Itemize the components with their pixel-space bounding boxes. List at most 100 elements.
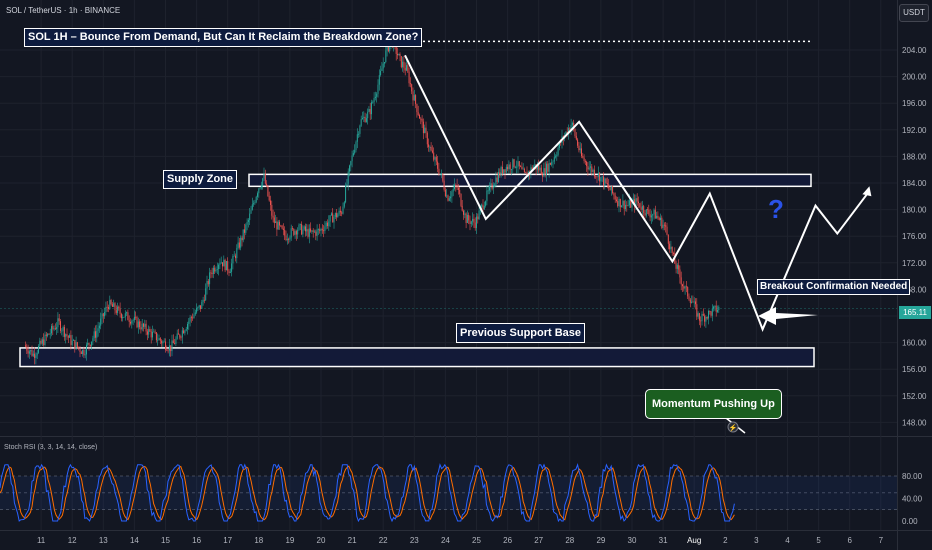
candle-body bbox=[263, 173, 265, 179]
candle-body bbox=[185, 329, 187, 331]
candle-body bbox=[152, 331, 153, 338]
candle-body bbox=[132, 320, 134, 321]
candle-body bbox=[193, 314, 195, 319]
candle-body bbox=[691, 301, 693, 303]
time-tick-label: 3 bbox=[754, 536, 759, 545]
candle-body bbox=[323, 230, 325, 232]
candle-body bbox=[66, 334, 68, 336]
candle-body bbox=[704, 315, 706, 322]
candle-body bbox=[623, 200, 625, 210]
supply-zone-box bbox=[248, 173, 812, 188]
candle-body bbox=[272, 215, 274, 218]
candle-body bbox=[167, 350, 169, 352]
candle-body bbox=[159, 338, 161, 341]
candle-body bbox=[86, 344, 87, 355]
candle-body bbox=[482, 204, 484, 210]
candle-body bbox=[397, 53, 398, 56]
currency-badge[interactable]: USDT bbox=[899, 4, 929, 22]
candle-body bbox=[57, 318, 59, 328]
candle-body bbox=[315, 231, 317, 236]
candle-body bbox=[203, 299, 205, 301]
candle-body bbox=[136, 317, 138, 328]
candle-body bbox=[92, 338, 94, 342]
candle-body bbox=[451, 191, 453, 197]
candle-body bbox=[47, 333, 49, 336]
candle-body bbox=[161, 340, 163, 344]
candle-body bbox=[476, 216, 477, 229]
price-chart[interactable]: 204.00200.00196.00192.00188.00184.00180.… bbox=[0, 0, 932, 550]
supply-zone-label: Supply Zone bbox=[163, 170, 237, 189]
candle-body bbox=[398, 53, 400, 56]
candle-body bbox=[310, 228, 312, 232]
stoch-tick-label: 80.00 bbox=[902, 472, 923, 481]
candle-body bbox=[88, 343, 90, 345]
candle-body bbox=[139, 321, 141, 328]
candle-body bbox=[45, 334, 47, 336]
candle-body bbox=[496, 177, 498, 182]
symbol-line: SOL / TetherUS · 1h · BINANCE bbox=[6, 6, 121, 15]
candle-body bbox=[466, 214, 468, 223]
candle-body bbox=[346, 183, 348, 186]
candle-body bbox=[486, 190, 488, 202]
candle-body bbox=[455, 184, 457, 186]
candle-body bbox=[162, 341, 164, 344]
candle-body bbox=[26, 346, 28, 351]
candle-body bbox=[98, 325, 100, 329]
candle-body bbox=[441, 173, 442, 175]
candle-body bbox=[320, 228, 322, 231]
candle-body bbox=[184, 330, 186, 334]
candle-body bbox=[31, 350, 33, 356]
candle-body bbox=[675, 263, 677, 269]
candle-body bbox=[669, 243, 671, 250]
candle-body bbox=[277, 221, 279, 230]
candle-body bbox=[695, 301, 696, 305]
candle-body bbox=[109, 299, 111, 309]
support-base-label: Previous Support Base bbox=[456, 323, 586, 343]
candle-body bbox=[698, 313, 700, 321]
chart-stage[interactable]: 204.00 200.00 196.00 192.00 188.00 184.00 180.… bbox=[0, 0, 932, 550]
candle-body bbox=[429, 146, 431, 148]
candle-body bbox=[301, 224, 303, 235]
candle-body bbox=[311, 230, 313, 232]
time-tick-label: 6 bbox=[847, 536, 852, 545]
candle-body bbox=[223, 259, 225, 267]
candle-body bbox=[201, 302, 203, 309]
candle-body bbox=[228, 270, 230, 273]
candle-body bbox=[194, 312, 196, 315]
candle-body bbox=[511, 169, 512, 171]
candle-body bbox=[595, 176, 597, 178]
candle-body bbox=[254, 202, 256, 204]
time-tick-label: 24 bbox=[441, 536, 450, 545]
candle-body bbox=[412, 91, 414, 101]
candle-body bbox=[342, 206, 344, 214]
candle-body bbox=[606, 183, 608, 185]
candle-body bbox=[87, 343, 89, 345]
candle-body bbox=[96, 330, 98, 338]
candle-body bbox=[197, 307, 199, 308]
candle-body bbox=[643, 206, 645, 214]
candle-body bbox=[114, 303, 116, 311]
candle-body bbox=[450, 196, 452, 199]
candle-body bbox=[614, 195, 616, 200]
candle-body bbox=[548, 162, 550, 172]
candle-body bbox=[41, 339, 43, 344]
candle-body bbox=[350, 161, 352, 166]
candle-body bbox=[431, 150, 433, 153]
time-tick-label: 19 bbox=[285, 536, 294, 545]
candle-body bbox=[622, 200, 624, 206]
candle-body bbox=[285, 235, 287, 241]
candle-body bbox=[158, 338, 160, 341]
candle-body bbox=[411, 84, 413, 92]
time-tick-label: 15 bbox=[161, 536, 170, 545]
candle-body bbox=[222, 262, 223, 267]
candle-body bbox=[426, 132, 428, 145]
candle-body bbox=[656, 215, 658, 219]
time-tick-label: 25 bbox=[472, 536, 481, 545]
candle-body bbox=[625, 204, 626, 210]
candle-body bbox=[621, 205, 623, 208]
candle-body bbox=[627, 205, 629, 207]
candle-body bbox=[597, 172, 599, 178]
candle-body bbox=[609, 188, 611, 191]
candle-body bbox=[225, 261, 227, 271]
candle-body bbox=[253, 203, 255, 205]
